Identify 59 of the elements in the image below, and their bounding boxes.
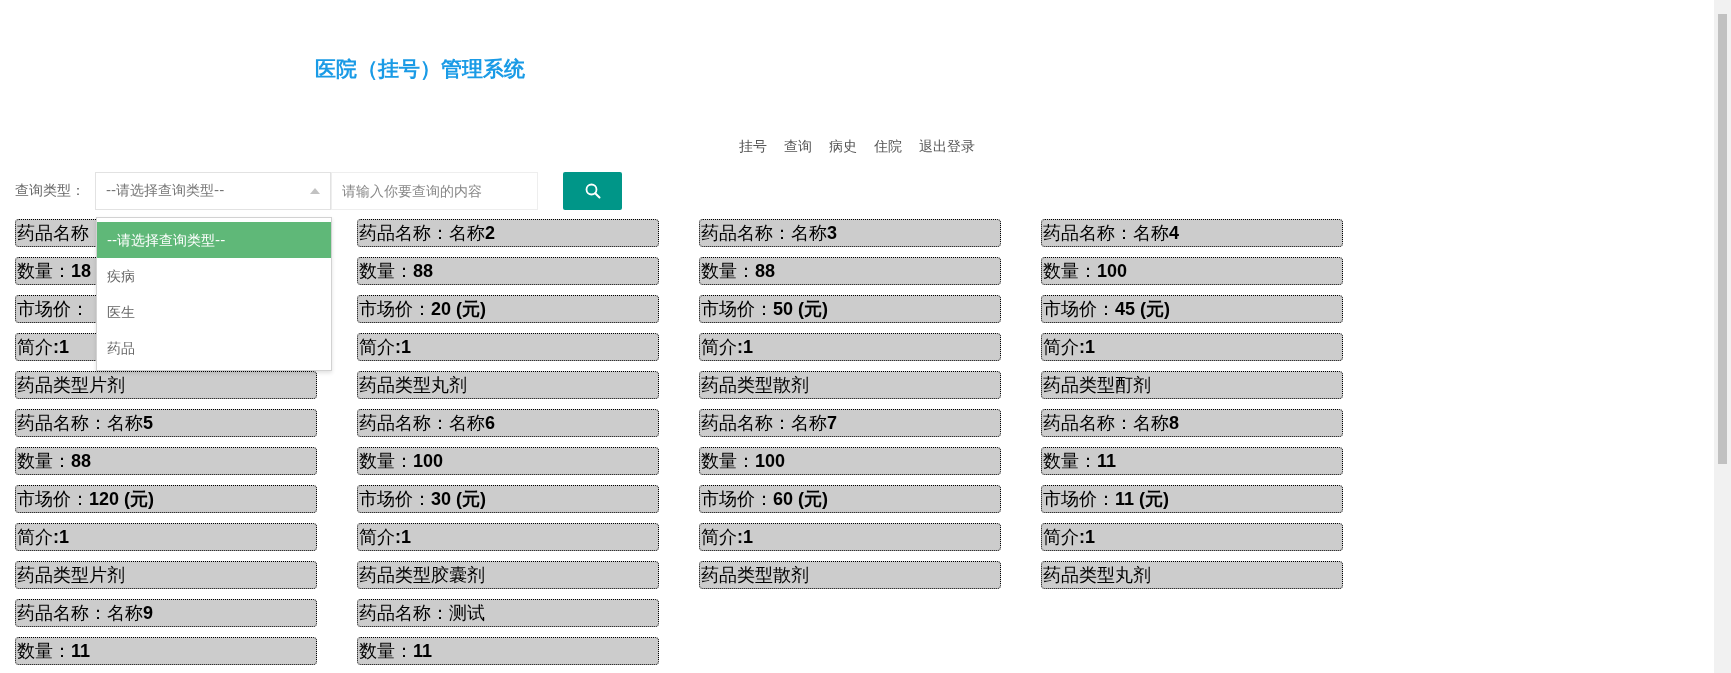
drug-info-text: 简介:1 [17, 526, 69, 547]
nav-link[interactable]: 查询 [784, 136, 812, 156]
drug-info-text: 药品类型酊剂 [1043, 374, 1151, 395]
drug-info-text: 药品名称：名称7 [701, 412, 837, 433]
drug-info-text: 简介:1 [359, 526, 411, 547]
nav-link[interactable]: 退出登录 [919, 136, 975, 156]
drug-info-text: 药品类型散剂 [701, 374, 809, 395]
search-button[interactable] [563, 172, 622, 210]
drug-info-text: 药品名称：名称6 [359, 412, 495, 433]
drug-info-text: 药品名称：名称2 [359, 222, 495, 243]
drug-info-text: 药品名称：名称3 [701, 222, 837, 243]
drug-info-text: 数量：100 [701, 450, 786, 471]
drug-info-text: 简介:1 [1043, 336, 1095, 357]
drug-info-text: 市场价：120 (元) [17, 488, 155, 509]
drug-info-text: 数量：88 [701, 260, 776, 281]
drug-info-text: 药品名称：测试 [359, 602, 485, 623]
drug-info-text: 药品类型胶囊剂 [359, 564, 485, 585]
drug-info-text: 药品名称：名称5 [17, 412, 153, 433]
drug-info-text: 数量：88 [359, 260, 434, 281]
app-title: 医院（挂号）管理系统 [315, 56, 525, 83]
drug-info-text: 市场价：30 (元) [359, 488, 486, 509]
search-icon [584, 183, 601, 199]
drug-info-text: 市场价： [17, 298, 89, 319]
drug-info-text: 数量：18 [17, 260, 92, 281]
nav-link[interactable]: 病史 [829, 136, 857, 156]
nav-link[interactable]: 住院 [874, 136, 902, 156]
drug-info-text: 简介:1 [359, 336, 411, 357]
drug-info-text: 药品名称 [17, 222, 89, 243]
drug-info-text: 数量：11 [17, 640, 91, 661]
drug-info-text: 市场价：11 (元) [1043, 488, 1170, 509]
drug-info-text: 数量：11 [359, 640, 433, 661]
query-type-label: 查询类型： [15, 182, 86, 200]
dropdown-option[interactable]: 医生 [97, 294, 331, 330]
search-input[interactable]: 请输入你要查询的内容 [331, 172, 538, 210]
dropdown-option[interactable]: 药品 [97, 330, 331, 366]
scrollbar[interactable] [1714, 0, 1731, 673]
drug-info-text: 药品类型片剂 [17, 564, 125, 585]
dropdown-option[interactable]: 疾病 [97, 258, 331, 294]
drug-info-text: 数量：88 [17, 450, 92, 471]
drug-info-text: 市场价：60 (元) [701, 488, 828, 509]
drug-info-text: 药品类型片剂 [17, 374, 125, 395]
drug-info-text: 简介:1 [701, 336, 753, 357]
drug-info-text: 数量：11 [1043, 450, 1117, 471]
drug-info-text: 简介:1 [1043, 526, 1095, 547]
drug-info-text: 药品名称：名称4 [1043, 222, 1179, 243]
nav-link[interactable]: 挂号 [739, 136, 767, 156]
drug-info-text: 市场价：50 (元) [701, 298, 828, 319]
drug-info-text: 药品类型丸剂 [359, 374, 467, 395]
drug-info-text: 简介:1 [17, 336, 69, 357]
drug-info-text: 简介:1 [701, 526, 753, 547]
caret-icon [310, 188, 320, 194]
drug-info-text: 市场价：20 (元) [359, 298, 486, 319]
drug-info-text: 药品名称：名称9 [17, 602, 153, 623]
drug-info-text: 市场价：45 (元) [1043, 298, 1170, 319]
drug-info-text: 药品类型散剂 [701, 564, 809, 585]
drug-info-text: 药品类型丸剂 [1043, 564, 1151, 585]
drug-info-text: 数量：100 [1043, 260, 1128, 281]
drug-info-text: 数量：100 [359, 450, 444, 471]
drug-info-text: 药品名称：名称8 [1043, 412, 1179, 433]
